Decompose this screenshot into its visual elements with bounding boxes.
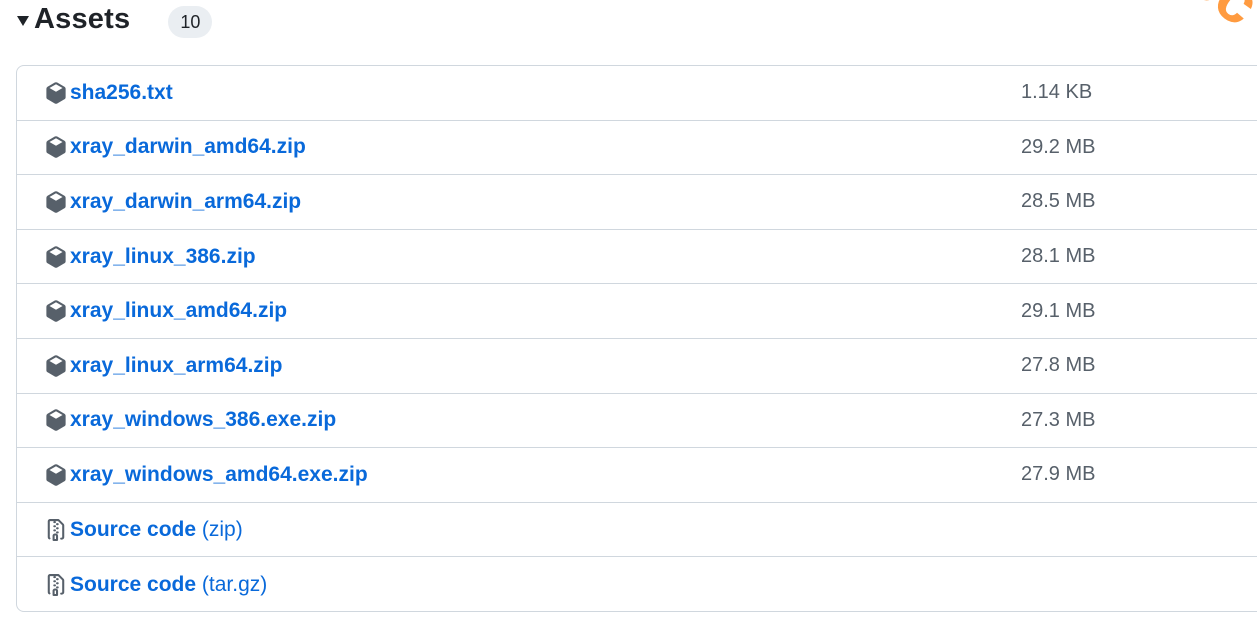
- asset-row: xray_darwin_arm64.zip 28.5 MB: [17, 175, 1257, 230]
- asset-size: 27.9 MB: [1021, 463, 1096, 486]
- asset-size: 29.2 MB: [1021, 135, 1096, 158]
- asset-link[interactable]: xray_linux_arm64.zip: [70, 354, 282, 378]
- package-icon: [45, 409, 67, 432]
- source-row: Source code (tar.gz): [17, 557, 1257, 611]
- package-icon: [45, 354, 67, 377]
- asset-size: 28.5 MB: [1021, 190, 1096, 213]
- asset-row: xray_linux_386.zip 28.1 MB: [17, 230, 1257, 285]
- asset-size: 29.1 MB: [1021, 299, 1096, 322]
- package-icon: [45, 136, 67, 159]
- source-code-targz-link[interactable]: Source code (tar.gz): [70, 573, 267, 597]
- watermark-logo: cmit.cc: [1055, 0, 1257, 41]
- source-suffix: (zip): [201, 517, 243, 541]
- file-zip-icon: [45, 518, 67, 541]
- asset-size: 27.8 MB: [1021, 354, 1096, 377]
- asset-link[interactable]: sha256.txt: [70, 81, 173, 105]
- asset-link[interactable]: xray_linux_386.zip: [70, 245, 256, 269]
- asset-link[interactable]: xray_windows_amd64.exe.zip: [70, 463, 368, 487]
- asset-row: sha256.txt 1.14 KB: [17, 66, 1257, 121]
- asset-row: xray_windows_386.exe.zip 27.3 MB: [17, 394, 1257, 449]
- assets-title: Assets: [34, 2, 131, 35]
- source-row: Source code (zip): [17, 503, 1257, 558]
- asset-link[interactable]: xray_windows_386.exe.zip: [70, 408, 336, 432]
- asset-link[interactable]: xray_darwin_amd64.zip: [70, 135, 306, 159]
- package-icon: [45, 245, 67, 268]
- asset-size: 1.14 KB: [1021, 81, 1093, 104]
- source-code-zip-link[interactable]: Source code (zip): [70, 518, 243, 542]
- asset-list: sha256.txt 1.14 KB xray_darwin_amd64.zip…: [16, 65, 1257, 612]
- caret-down-icon[interactable]: [17, 15, 29, 26]
- file-zip-icon: [45, 573, 67, 596]
- asset-size: 28.1 MB: [1021, 245, 1096, 268]
- source-suffix: (tar.gz): [201, 572, 268, 596]
- asset-link[interactable]: xray_darwin_arm64.zip: [70, 190, 301, 214]
- asset-row: xray_linux_amd64.zip 29.1 MB: [17, 284, 1257, 339]
- asset-row: xray_darwin_amd64.zip 29.2 MB: [17, 121, 1257, 176]
- package-icon: [45, 464, 67, 486]
- assets-header[interactable]: Assets 10: [17, 0, 213, 38]
- package-icon: [45, 300, 67, 322]
- asset-size: 27.3 MB: [1021, 408, 1096, 431]
- asset-row: xray_windows_amd64.exe.zip 27.9 MB: [17, 448, 1257, 503]
- package-icon: [45, 82, 67, 104]
- asset-link[interactable]: xray_linux_amd64.zip: [70, 299, 287, 323]
- source-label: Source code: [70, 517, 197, 541]
- asset-row: xray_linux_arm64.zip 27.8 MB: [17, 339, 1257, 394]
- source-label: Source code: [70, 572, 197, 596]
- package-icon: [45, 191, 67, 213]
- assets-count-badge: 10: [168, 6, 213, 38]
